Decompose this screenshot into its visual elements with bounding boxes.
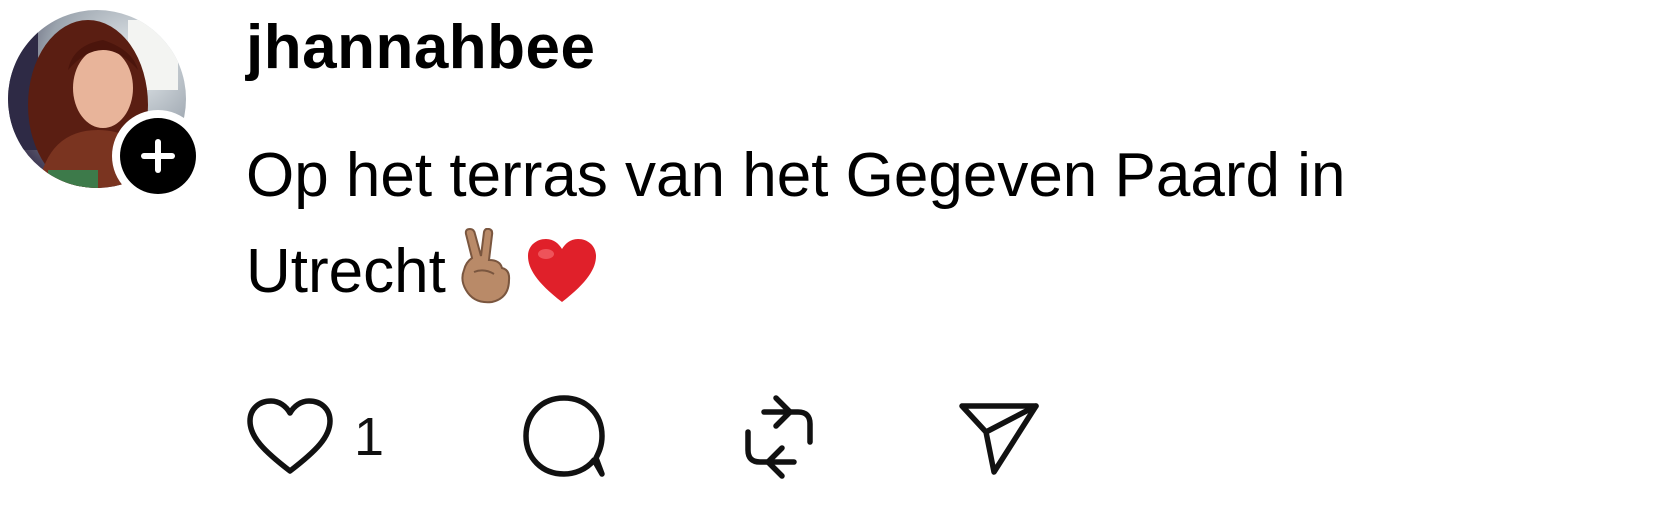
send-icon bbox=[959, 403, 1039, 475]
like-button[interactable]: 1 bbox=[246, 392, 384, 482]
red-heart-emoji bbox=[526, 236, 598, 332]
follow-button[interactable] bbox=[112, 110, 204, 202]
username[interactable]: jhannahbee bbox=[246, 8, 596, 88]
repost-icon bbox=[745, 395, 813, 479]
avatar-container bbox=[8, 10, 204, 202]
comment-bubble-icon bbox=[523, 395, 605, 477]
like-count: 1 bbox=[354, 407, 385, 467]
post-actions: 1 bbox=[246, 392, 1146, 482]
victory-hand-emoji bbox=[454, 227, 518, 332]
comment-button[interactable] bbox=[522, 392, 608, 482]
post-text-line-2: Utrecht bbox=[246, 224, 1646, 332]
share-button[interactable] bbox=[956, 392, 1042, 482]
plus-icon bbox=[141, 139, 175, 173]
thread-post: jhannahbee Op het terras van het Gegeven… bbox=[0, 0, 1662, 512]
heart-outline-icon bbox=[247, 398, 333, 474]
post-text-line-1: Op het terras van het Gegeven Paard in bbox=[246, 141, 1346, 210]
follow-badge-inner bbox=[120, 118, 196, 194]
repost-button[interactable] bbox=[736, 392, 822, 482]
post-text: Op het terras van het Gegeven Paard in U… bbox=[246, 128, 1646, 332]
post-text-line-2-text: Utrecht bbox=[246, 237, 446, 306]
